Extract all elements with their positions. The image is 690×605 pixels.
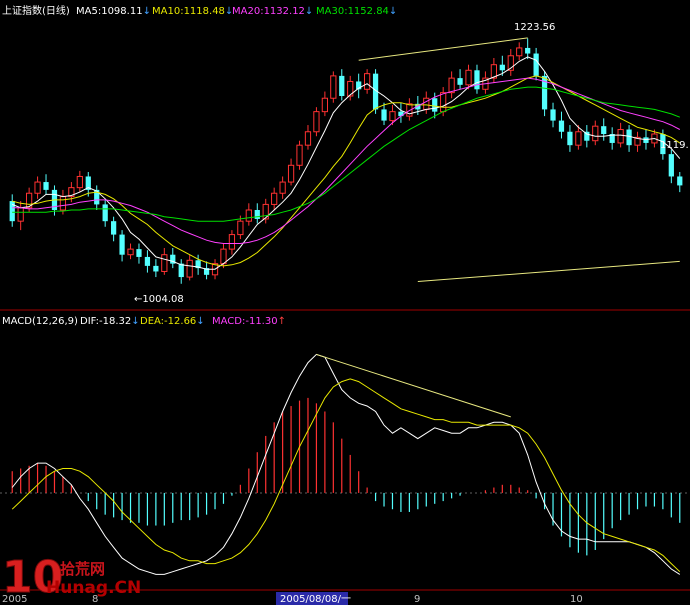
candle-body <box>457 78 463 85</box>
dif-indicator: DIF:-18.32↓ <box>80 316 140 327</box>
candle-body <box>43 182 49 190</box>
candle-body <box>254 210 260 219</box>
candle-body <box>127 248 134 256</box>
candle-body <box>668 154 674 177</box>
price-panel <box>9 37 683 284</box>
last-price-label: 1119.↓ <box>660 140 690 151</box>
candle-body <box>245 209 252 222</box>
macd-panel-title: MACD(12,26,9) <box>2 316 78 327</box>
candle-body <box>111 221 117 235</box>
candle-body <box>474 70 480 90</box>
candle-body <box>59 196 67 211</box>
candle-body <box>279 181 286 194</box>
candle-body <box>364 73 371 90</box>
candle-body <box>567 131 573 146</box>
candle-body <box>287 164 295 183</box>
candle-body <box>465 69 472 86</box>
date-axis-year: 2005 <box>2 594 27 605</box>
price-trendline-lower <box>417 260 680 283</box>
candle-body <box>592 125 599 142</box>
candle-body <box>313 111 320 133</box>
candle-body <box>601 126 607 134</box>
candle-body <box>153 265 159 272</box>
macd-dif-line <box>11 353 681 575</box>
ma-line-ma20 <box>12 77 681 244</box>
candle-body <box>17 207 24 222</box>
candle-body <box>304 131 312 146</box>
candle-body <box>339 75 345 96</box>
candle-body <box>237 220 244 236</box>
dea-indicator: DEA:-12.66↓ <box>140 316 205 327</box>
candle-body <box>271 192 278 205</box>
candle-body <box>499 64 505 71</box>
high-price-label: 1223.56 <box>514 22 555 33</box>
candle-body <box>381 109 387 121</box>
macd-dea-line <box>11 378 681 573</box>
macd-panel <box>0 353 690 575</box>
candle-body <box>76 175 83 189</box>
candle-body <box>321 97 328 113</box>
candle-body <box>220 248 227 265</box>
cursor-date-label: 2005/08/08/一 <box>280 594 351 605</box>
candle-body <box>102 204 108 222</box>
candle-body <box>389 111 396 122</box>
candle-body <box>9 201 15 222</box>
ma10-indicator: MA10:1118.48↓ <box>152 6 233 17</box>
candle-body <box>617 129 624 144</box>
candle-body <box>34 181 41 194</box>
candle-body <box>550 109 556 121</box>
candle-body <box>161 254 168 272</box>
candle-body <box>228 234 236 250</box>
ma20-indicator: MA20:1132.12↓ <box>232 6 313 17</box>
candle-body <box>296 144 303 166</box>
candle-body <box>440 92 447 113</box>
candle-body <box>330 75 337 99</box>
macd-trendline <box>316 353 511 418</box>
ma30-indicator: MA30:1152.84↓ <box>316 6 397 17</box>
ma-line-ma10 <box>12 75 681 267</box>
candle-body <box>423 97 430 110</box>
candle-body <box>558 120 565 132</box>
candle-body <box>178 263 184 278</box>
candle-body <box>516 47 523 57</box>
date-tick-9: 9 <box>414 594 420 605</box>
candle-body <box>533 53 539 76</box>
ma-line-ma5 <box>12 56 681 270</box>
price-panel-title: 上证指数(日线) <box>2 4 70 17</box>
candle-body <box>575 131 582 146</box>
date-tick-8: 8 <box>92 594 98 605</box>
stock-chart: 上证指数(日线) MA5:1098.11↓ MA10:1118.48↓ MA20… <box>0 4 690 605</box>
candle-body <box>626 129 632 146</box>
candle-body <box>136 249 142 257</box>
candle-body <box>432 98 438 112</box>
date-tick-10: 10 <box>570 594 583 605</box>
ma5-indicator: MA5:1098.11↓ <box>76 6 151 17</box>
low-price-label: ←1004.08 <box>134 294 184 305</box>
candle-body <box>119 234 125 255</box>
candle-body <box>677 176 683 186</box>
candle-body <box>643 137 649 143</box>
candle-body <box>448 77 455 94</box>
candle-body <box>186 259 193 278</box>
candle-body <box>525 47 531 54</box>
macd-value-indicator: MACD:-11.30↑ <box>212 316 286 327</box>
candle-body <box>144 256 151 266</box>
